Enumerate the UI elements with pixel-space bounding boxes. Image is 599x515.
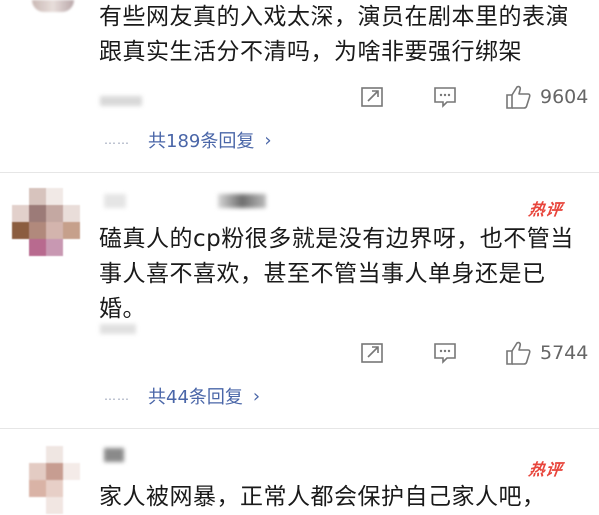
username[interactable]: [104, 194, 126, 208]
chevron-right-icon: ›: [264, 129, 272, 151]
comment-text: 磕真人的cp粉很多就是没有边界呀，也不管当事人喜不喜欢，甚至不管当事人单身还是已…: [99, 226, 574, 322]
avatar[interactable]: [32, 0, 74, 12]
comment-actions: 5744: [360, 338, 588, 368]
chevron-right-icon: ›: [252, 385, 261, 407]
avatar[interactable]: [12, 188, 80, 256]
username[interactable]: [104, 448, 124, 462]
reply-dots: ……: [104, 133, 130, 147]
like-button[interactable]: 5744: [504, 340, 588, 366]
comment-icon: [434, 343, 456, 364]
comment-text: 有些网友真的入戏太深，演员在剧本里的表演跟真实生活分不清吗，为啥非要强行绑架: [99, 4, 569, 65]
like-count: 5744: [540, 342, 589, 364]
divider: [0, 428, 599, 429]
comment-button[interactable]: [432, 85, 458, 109]
divider: [0, 172, 599, 173]
reply-count-label: 共44条回复: [148, 387, 243, 408]
username-extra: [218, 194, 266, 208]
like-count: 9604: [540, 86, 589, 108]
hot-comment-badge: 热评: [527, 460, 565, 479]
share-button[interactable]: [360, 85, 386, 109]
comment-text: 家人被网暴，正常人都会保护自己家人吧，: [99, 484, 546, 510]
share-icon: [361, 87, 383, 107]
thumbs-up-icon: [506, 341, 531, 365]
share-icon: [361, 343, 383, 363]
thumbs-up-icon: [506, 85, 531, 109]
share-button[interactable]: [360, 341, 386, 365]
view-replies-link[interactable]: …… 共189条回复 ›: [104, 128, 272, 153]
comment-button[interactable]: [432, 341, 458, 365]
view-replies-link[interactable]: …… 共44条回复 ›: [104, 384, 261, 409]
hot-comment-badge: 热评: [527, 200, 565, 219]
reply-dots: ……: [104, 389, 130, 403]
avatar[interactable]: [12, 446, 80, 514]
reply-count-label: 共189条回复: [148, 131, 255, 152]
like-button[interactable]: 9604: [504, 84, 588, 110]
comment-actions: 9604: [360, 82, 588, 112]
blurred-content: [100, 96, 142, 106]
blurred-content: [100, 324, 136, 334]
comment-icon: [434, 87, 456, 108]
